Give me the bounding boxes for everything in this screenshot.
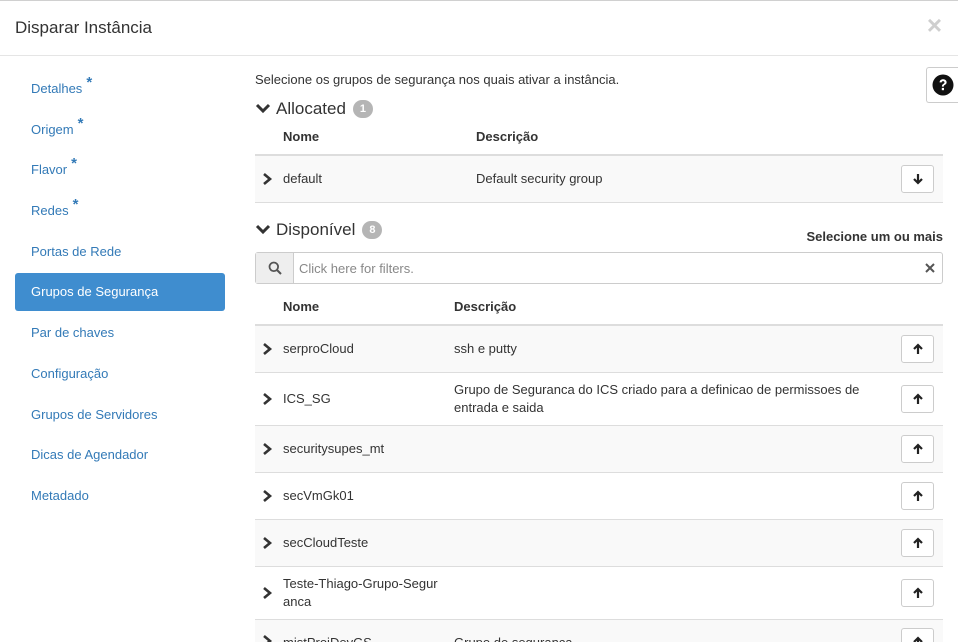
sidebar-item-flavor[interactable]: Flavor *: [15, 151, 225, 189]
sidebar-item-label: Portas de Rede: [31, 243, 122, 259]
row-description: Grupo de segurança: [454, 634, 874, 642]
chevron-right-icon[interactable]: [260, 536, 274, 550]
arrow-up-icon: [912, 393, 923, 404]
available-row: Teste-Thiago-Grupo-Seguranca: [255, 567, 943, 620]
sidebar-item-origem[interactable]: Origem *: [15, 111, 225, 149]
available-row: secCloudTeste: [255, 520, 943, 567]
allocate-button[interactable]: [901, 628, 934, 642]
allocated-count-badge: 1: [352, 100, 373, 118]
arrow-up-icon: [912, 537, 923, 548]
required-marker: *: [77, 114, 84, 132]
sidebar-item-par-de-chaves[interactable]: Par de chaves: [15, 314, 225, 352]
allocate-button[interactable]: [901, 482, 934, 510]
sidebar-item-label: Origem: [31, 121, 74, 137]
sidebar-item-label: Metadado: [31, 487, 89, 503]
clear-filter-button[interactable]: [918, 253, 942, 283]
required-marker: *: [71, 155, 77, 173]
sidebar-item-label: Par de chaves: [31, 325, 115, 341]
close-icon: [925, 263, 935, 273]
sidebar-item-portas-de-rede[interactable]: Portas de Rede: [15, 233, 225, 271]
row-name: securitysupes_mt: [283, 441, 385, 456]
allocated-title: Allocated: [276, 99, 346, 118]
arrow-up-icon: [912, 443, 923, 454]
sidebar-item-label: Detalhes: [31, 81, 83, 96]
filter-bar: [255, 252, 943, 284]
row-name: Teste-Thiago-Grupo-Seguranca: [283, 576, 438, 609]
row-name: serproCloud: [283, 341, 354, 356]
allocated-col-name: Nome: [283, 129, 320, 144]
help-button[interactable]: [926, 67, 958, 103]
sidebar-item-dicas-de-agendador[interactable]: Dicas de Agendador: [15, 436, 225, 474]
select-hint: Selecione um ou mais: [806, 229, 943, 244]
chevron-right-icon[interactable]: [260, 442, 274, 456]
filter-input[interactable]: [294, 253, 918, 283]
sidebar-item-redes[interactable]: Redes *: [15, 192, 225, 230]
sidebar-item-grupos-de-servidores[interactable]: Grupos de Servidores: [15, 396, 225, 434]
required-marker: *: [72, 196, 79, 214]
modal-title: Disparar Instância: [15, 18, 153, 37]
available-row: secVmGk01: [255, 473, 943, 520]
search-icon: [268, 261, 282, 275]
available-row: ICS_SG Grupo de Seguranca do ICS criado …: [255, 373, 943, 426]
sidebar-item-label: Redes: [31, 203, 69, 219]
search-addon: [256, 253, 294, 283]
chevron-right-icon[interactable]: [260, 586, 274, 600]
question-circle-icon: [932, 74, 953, 96]
chevron-down-icon: [255, 224, 271, 235]
row-name: secCloudTeste: [283, 535, 369, 550]
arrow-up-icon: [912, 490, 923, 501]
row-name: mistProjDevGS: [283, 634, 448, 642]
arrow-up-icon: [912, 343, 923, 354]
allocated-row: default Default security group: [255, 156, 943, 203]
available-title: Disponível: [276, 220, 356, 239]
chevron-right-icon[interactable]: [260, 489, 274, 503]
chevron-right-icon[interactable]: [260, 392, 274, 406]
chevron-right-icon[interactable]: [260, 342, 274, 356]
row-name: default: [283, 171, 323, 186]
sidebar-item-label: Flavor: [31, 162, 68, 178]
arrow-up-icon: [912, 587, 923, 598]
sidebar-item-detalhes[interactable]: Detalhes *: [15, 70, 225, 108]
available-row: securitysupes_mt: [255, 426, 943, 473]
allocated-section-toggle[interactable]: Allocated 1: [255, 99, 373, 119]
sidebar-item-label: Dicas de Agendador: [31, 447, 149, 463]
row-description: Grupo de Seguranca do ICS criado para a …: [454, 382, 860, 415]
arrow-down-icon: [912, 174, 923, 185]
row-description: Default security group: [476, 171, 603, 186]
available-row: serproCloud ssh e putty: [255, 326, 943, 373]
allocated-col-description: Descrição: [476, 129, 539, 144]
chevron-right-icon[interactable]: [260, 634, 274, 642]
row-name: secVmGk01: [283, 488, 354, 503]
required-marker: *: [86, 74, 93, 91]
allocate-button[interactable]: [901, 435, 934, 463]
wizard-sidebar: Detalhes * Origem * Flavor * Redes * Portas …: [15, 70, 225, 518]
sidebar-item-metadado[interactable]: Metadado: [15, 477, 225, 515]
chevron-right-icon[interactable]: [260, 172, 274, 186]
arrow-up-icon: [912, 636, 923, 642]
allocate-button[interactable]: [901, 529, 934, 557]
chevron-down-icon: [255, 103, 271, 114]
row-name: ICS_SG: [283, 391, 331, 406]
row-description: ssh e putty: [454, 341, 517, 356]
sidebar-item-label: Grupos de Segurança: [31, 284, 159, 300]
sidebar-item-grupos-de-seguranca[interactable]: Grupos de Segurança: [15, 273, 225, 312]
allocate-button[interactable]: [901, 579, 934, 607]
sidebar-item-label: Grupos de Servidores: [31, 406, 158, 422]
available-row: mistProjDevGS Grupo de segurança: [255, 620, 943, 642]
available-count-badge: 8: [362, 221, 383, 239]
available-col-description: Descrição: [454, 299, 517, 314]
sidebar-item-configuracao[interactable]: Configuração: [15, 355, 225, 393]
available-section-toggle[interactable]: Disponível 8: [255, 220, 383, 240]
deallocate-button[interactable]: [901, 165, 934, 193]
modal-header: Disparar Instância ×: [0, 0, 958, 56]
intro-text: Selecione os grupos de segurança nos qua…: [255, 72, 620, 87]
available-col-name: Nome: [283, 299, 320, 314]
close-icon[interactable]: ×: [927, 12, 942, 38]
allocate-button[interactable]: [901, 385, 934, 413]
allocate-button[interactable]: [901, 335, 934, 363]
sidebar-item-label: Configuração: [31, 365, 109, 381]
